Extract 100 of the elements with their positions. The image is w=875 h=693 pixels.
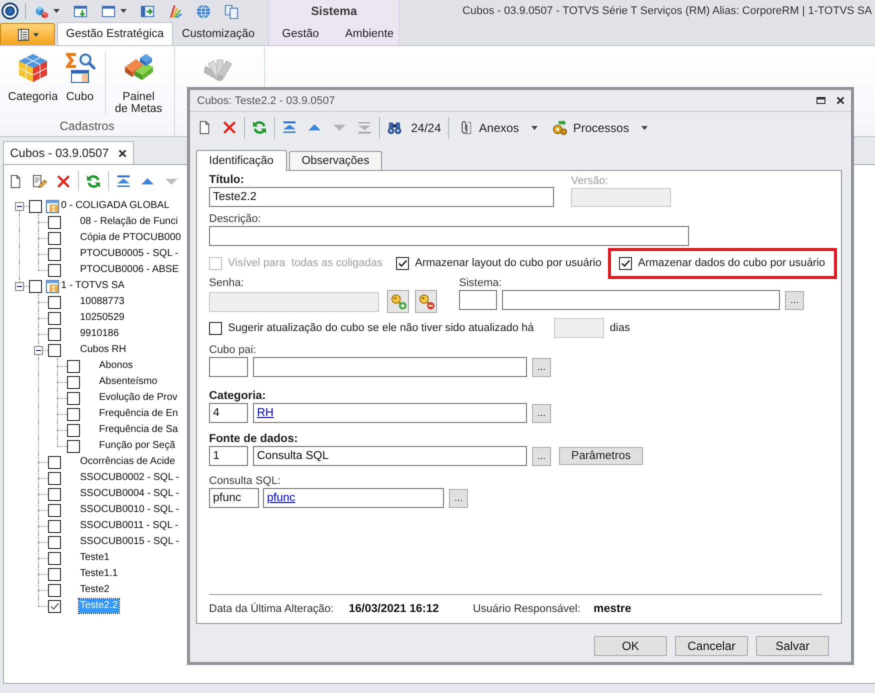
checkbox[interactable] [209,322,222,334]
lookup-button[interactable]: ... [532,446,551,466]
edit-document-icon[interactable] [32,174,47,188]
lookup-button[interactable]: ... [532,404,551,422]
tree-item[interactable]: Cópia de PTOCUB000 [79,231,182,245]
goals-panel-button[interactable]: Painel de Metas [112,46,166,115]
move-first-icon[interactable] [282,120,297,135]
tree-checkbox[interactable] [48,456,61,468]
category-button[interactable]: Categoria [5,46,61,103]
add-key-button[interactable] [387,290,409,313]
code-field[interactable]: 4 [209,403,248,423]
tree-item[interactable]: Teste1.1 [79,567,119,581]
tree-checkbox[interactable] [29,280,42,292]
copy-icon[interactable] [224,4,239,18]
tree-checkbox[interactable] [48,584,61,596]
maximize-icon[interactable] [816,96,826,105]
globe-icon[interactable] [196,4,211,18]
ribbon-tab[interactable]: Gestão [269,22,332,45]
tree-checkbox[interactable] [29,200,42,212]
name-field[interactable]: pfunc [263,488,444,508]
caret-icon[interactable] [53,9,60,13]
tree-item[interactable]: 10088773 [79,295,126,309]
tree-item[interactable]: 08 - Relação de Funci [79,215,179,229]
collapse-icon[interactable] [14,202,24,210]
tree-checkbox[interactable] [48,232,61,244]
tree-checkbox[interactable] [67,360,80,372]
tree-checkbox[interactable] [48,264,61,276]
new-document-icon[interactable] [197,120,212,135]
tree-item[interactable]: Ocorrências de Acide [79,455,176,469]
tree-checkbox[interactable] [67,424,80,436]
tree-item[interactable]: Função por Seçã [98,439,176,453]
caret-icon[interactable] [120,9,127,13]
dialog-tab[interactable]: Identificação [196,150,287,171]
file-menu-button[interactable] [0,23,55,45]
app-orb-icon[interactable] [1,2,19,20]
ok-button[interactable]: OK [594,636,667,656]
tree-item[interactable]: PTOCUB0005 - SQL - [79,247,180,261]
tree-checkbox[interactable] [67,376,80,388]
tree-checkbox[interactable] [48,520,61,532]
delete-icon[interactable] [56,174,71,188]
tree-checkbox[interactable] [48,488,61,500]
tree-item[interactable]: 9910186 [79,327,120,341]
code-field[interactable] [209,357,248,377]
parameters-button[interactable]: Parâmetros [559,447,643,465]
tree-item[interactable]: SSOCUB0002 - SQL - [79,471,180,485]
tree-checkbox[interactable] [67,408,80,420]
tree-item[interactable]: 0 - COLIGADA GLOBAL [60,199,170,213]
cube-button[interactable]: Cubo [60,46,99,103]
window-download-icon[interactable] [73,4,88,18]
pencils-icon[interactable] [168,4,183,18]
tree-checkbox[interactable] [48,312,61,324]
tree-checkbox[interactable] [48,568,61,580]
tree-checkbox[interactable] [48,328,61,340]
tree-checkbox[interactable] [48,296,61,308]
new-document-icon[interactable] [8,174,23,188]
name-field[interactable] [253,357,527,377]
tree-item[interactable]: Teste1 [79,551,110,565]
lookup-button[interactable]: ... [449,488,468,508]
processes-menu-button[interactable]: Processos [550,120,650,135]
attachments-menu-button[interactable]: Anexos [456,120,540,135]
remove-key-button[interactable] [415,290,437,313]
window-icon[interactable] [101,4,116,18]
tree-item[interactable]: Abonos [98,359,134,373]
collapse-icon[interactable] [14,282,24,290]
tree-item[interactable]: 1 - TOTVS SA [60,279,126,293]
tree-item[interactable]: Cubos RH [79,343,128,357]
save-button[interactable]: Salvar [756,636,829,656]
close-icon[interactable] [836,96,845,105]
tree-item[interactable]: Teste2 [79,583,110,597]
refresh-icon[interactable] [86,174,101,188]
tree-item[interactable]: Absenteísmo [98,375,158,389]
cancel-button[interactable]: Cancelar [675,636,748,656]
move-first-icon[interactable] [116,174,131,188]
tree-checkbox[interactable] [48,600,61,612]
tree-checkbox[interactable] [48,504,61,516]
blocks-icon[interactable] [34,4,49,18]
tree-item[interactable]: SSOCUB0015 - SQL - [79,535,180,549]
description-field[interactable] [209,226,689,246]
tree-item[interactable]: SSOCUB0004 - SQL - [79,487,180,501]
checkbox[interactable] [396,256,409,270]
tree-checkbox[interactable] [48,472,61,484]
tree-item[interactable]: Evolução de Prov [98,391,178,405]
delete-icon[interactable] [222,120,237,135]
tree-checkbox[interactable] [48,216,61,228]
tree-item[interactable]: SSOCUB0010 - SQL - [79,503,180,517]
tree-checkbox[interactable] [48,536,61,548]
name-field[interactable]: RH [253,403,527,423]
tree-item[interactable]: Frequência de Sa [98,423,179,437]
code-field[interactable]: pfunc [209,488,259,508]
tree-checkbox[interactable] [67,392,80,404]
dialog-tab[interactable]: Observações [288,151,382,170]
code-field[interactable] [459,290,497,310]
ribbon-tab[interactable]: Gestão Estratégica [57,22,173,45]
code-field[interactable]: 1 [209,446,248,466]
collapse-icon[interactable] [34,346,42,354]
category-link[interactable]: RH [257,407,274,419]
checkbox[interactable] [619,256,632,270]
tree-item[interactable]: 10250529 [79,311,126,325]
title-field[interactable]: Teste2.2 [209,187,554,207]
lookup-button[interactable]: ... [785,290,804,310]
